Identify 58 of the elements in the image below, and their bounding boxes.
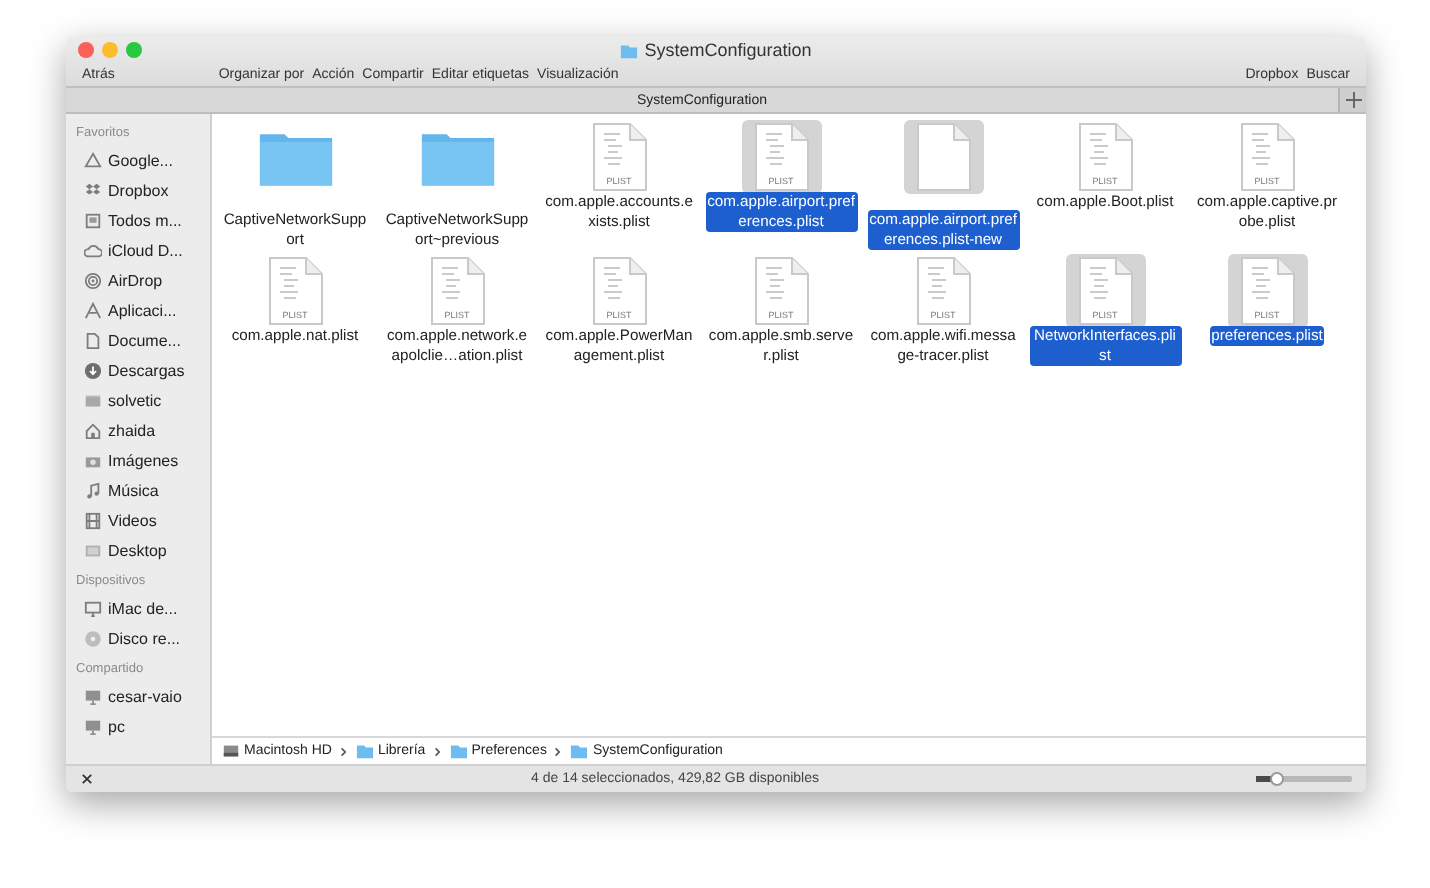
monitor-icon [84,718,102,736]
cross-icon [80,772,94,786]
diamonds-icon [84,182,102,200]
document-icon[interactable] [1239,256,1295,326]
cloud-icon [84,242,102,260]
document-icon[interactable] [591,256,647,326]
sidebar-item[interactable]: Google... [66,146,210,176]
sidebar-item[interactable]: Música [66,476,210,506]
document-icon[interactable] [1077,122,1133,192]
document-icon[interactable] [915,122,971,192]
sidebar-item[interactable]: Todos m... [66,206,210,236]
sidebar-item[interactable]: iMac de... [66,594,210,624]
triangle-icon [84,152,102,170]
rings-icon [84,272,102,290]
drive-icon [222,742,240,760]
download-icon [84,362,102,380]
sidebar-item[interactable]: Aplicaci... [66,296,210,326]
disc-icon [84,630,102,648]
camera-icon [84,452,102,470]
sidebar-item[interactable]: Dropbox [66,176,210,206]
sidebar-item[interactable]: solvetic [66,386,210,416]
sidebar-item[interactable]: cesar-vaio [66,682,210,712]
chevron-icon [337,745,350,757]
monitor-icon [84,688,102,706]
home-icon [84,422,102,440]
close-button[interactable] [78,42,94,58]
tray-icon [84,212,102,230]
add-tab-button[interactable] [1338,88,1366,112]
zoom-button[interactable] [126,42,142,58]
document-icon[interactable] [267,256,323,326]
minimize-button[interactable] [102,42,118,58]
sidebar-item[interactable]: Docume... [66,326,210,356]
sidebar-item[interactable]: Desktop [66,536,210,566]
sidebar-item[interactable]: Disco re... [66,624,210,654]
document-icon[interactable] [591,122,647,192]
document-icon[interactable] [1077,256,1133,326]
sidebar-item[interactable]: iCloud D... [66,236,210,266]
monitor-icon [84,600,102,618]
zoom-slider[interactable] [1256,776,1352,782]
sidebar-item[interactable]: Imágenes [66,446,210,476]
document-icon[interactable] [429,256,485,326]
music-note-icon [84,482,102,500]
document-icon[interactable] [1239,122,1295,192]
document-icon[interactable] [915,256,971,326]
document-icon[interactable] [753,256,809,326]
sidebar-item[interactable]: pc [66,712,210,742]
sidebar-item[interactable]: Descargas [66,356,210,386]
sidebar-item[interactable]: zhaida [66,416,210,446]
chevron-icon [552,745,565,757]
document-icon [84,332,102,350]
film-icon [84,512,102,530]
sidebar-item[interactable]: AirDrop [66,266,210,296]
window-title: SystemConfiguration [644,40,812,60]
desktop-icon [84,542,102,560]
chevron-icon [431,745,444,757]
slider-thumb[interactable] [1269,772,1284,786]
document-icon[interactable] [753,122,809,192]
sidebar-item[interactable]: Videos [66,506,210,536]
